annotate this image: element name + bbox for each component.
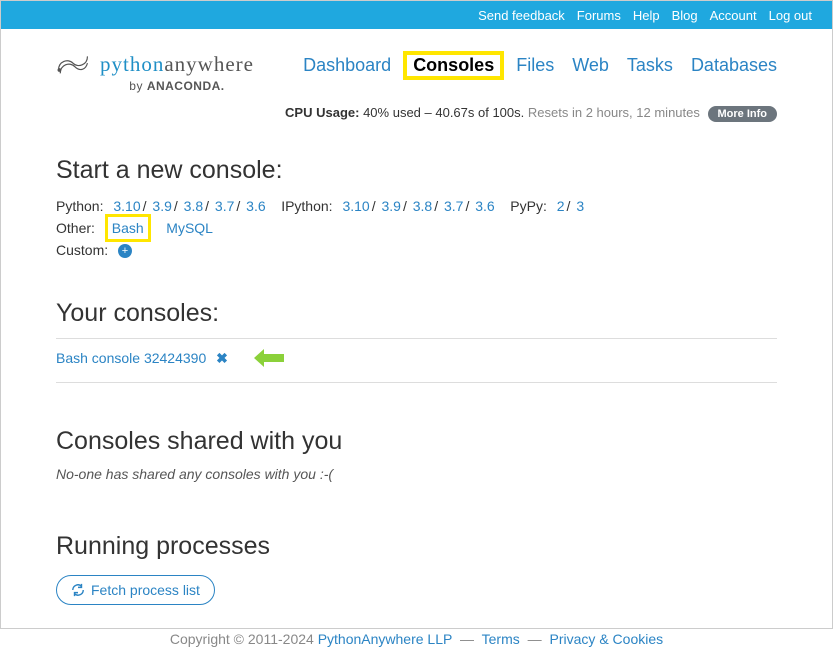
cpu-usage-value: 40% used – 40.67s of 100s. — [363, 105, 524, 120]
bash-link[interactable]: Bash — [105, 214, 151, 242]
refresh-icon — [71, 583, 85, 597]
footer-company-link[interactable]: PythonAnywhere LLP — [318, 631, 452, 647]
topbar-logout[interactable]: Log out — [769, 8, 812, 23]
pypy-2[interactable]: 2 — [557, 198, 565, 214]
shared-consoles-heading: Consoles shared with you — [56, 427, 777, 456]
mysql-link[interactable]: MySQL — [166, 220, 213, 236]
running-processes-heading: Running processes — [56, 532, 777, 561]
python-3-9[interactable]: 3.9 — [152, 198, 171, 214]
cpu-usage-label: CPU Usage: — [285, 105, 359, 120]
footer: Copyright © 2011-2024 PythonAnywhere LLP… — [56, 631, 777, 647]
nav-databases[interactable]: Databases — [691, 55, 777, 76]
ipython-label: IPython: — [281, 198, 332, 214]
python-label: Python: — [56, 198, 103, 214]
ipython-3-7[interactable]: 3.7 — [444, 198, 463, 214]
ipython-3-8[interactable]: 3.8 — [413, 198, 432, 214]
topbar-blog[interactable]: Blog — [672, 8, 698, 23]
footer-copyright: Copyright © 2011-2024 — [170, 631, 314, 647]
other-label: Other: — [56, 220, 95, 236]
content: Start a new console: Python: 3.10/ 3.9/ … — [1, 122, 832, 647]
topbar-help[interactable]: Help — [633, 8, 660, 23]
more-info-button[interactable]: More Info — [708, 106, 778, 122]
pypy-label: PyPy: — [510, 198, 547, 214]
start-console-heading: Start a new console: — [56, 156, 777, 185]
python-3-7[interactable]: 3.7 — [215, 198, 234, 214]
shared-empty-text: No-one has shared any consoles with you … — [56, 466, 777, 482]
topbar-send-feedback[interactable]: Send feedback — [478, 8, 565, 23]
logo[interactable]: pythonanywhere by ANACONDA. — [56, 45, 254, 93]
cpu-usage-row: CPU Usage: 40% used – 40.67s of 100s. Re… — [1, 93, 832, 122]
nav-files[interactable]: Files — [516, 55, 554, 76]
header: pythonanywhere by ANACONDA. Dashboard Co… — [1, 29, 832, 93]
ipython-3-10[interactable]: 3.10 — [342, 198, 369, 214]
add-custom-console-icon[interactable]: + — [118, 244, 132, 258]
ipython-3-9[interactable]: 3.9 — [381, 198, 400, 214]
nav-dashboard[interactable]: Dashboard — [303, 55, 391, 76]
custom-label: Custom: — [56, 242, 108, 258]
python-3-6[interactable]: 3.6 — [246, 198, 265, 214]
python-3-8[interactable]: 3.8 — [184, 198, 203, 214]
nav-tasks[interactable]: Tasks — [627, 55, 673, 76]
bash-console-link[interactable]: Bash console 32424390 — [56, 350, 206, 366]
custom-row: Custom: + — [56, 239, 777, 261]
cpu-usage-reset: Resets in 2 hours, 12 minutes — [528, 105, 700, 120]
main-nav: Dashboard Consoles Files Web Tasks Datab… — [303, 45, 777, 76]
topbar: Send feedback Forums Help Blog Account L… — [1, 1, 832, 29]
footer-privacy-link[interactable]: Privacy & Cookies — [550, 631, 664, 647]
divider — [56, 338, 777, 339]
nav-web[interactable]: Web — [572, 55, 609, 76]
python-3-10[interactable]: 3.10 — [113, 198, 140, 214]
fetch-process-list-button[interactable]: Fetch process list — [56, 575, 215, 605]
fetch-label: Fetch process list — [91, 582, 200, 598]
pythonanywhere-logo-icon — [56, 51, 90, 77]
nav-consoles[interactable]: Consoles — [403, 51, 504, 80]
other-row: Other: Bash MySQL — [56, 217, 777, 239]
topbar-forums[interactable]: Forums — [577, 8, 621, 23]
footer-terms-link[interactable]: Terms — [482, 631, 520, 647]
your-consoles-heading: Your consoles: — [56, 299, 777, 328]
pypy-3[interactable]: 3 — [576, 198, 584, 214]
python-row: Python: 3.10/ 3.9/ 3.8/ 3.7/ 3.6 IPython… — [56, 195, 777, 217]
logo-byline: by ANACONDA. — [129, 79, 224, 93]
ipython-3-6[interactable]: 3.6 — [475, 198, 494, 214]
console-item: Bash console 32424390 ✖ — [56, 345, 777, 374]
pointer-arrow-icon — [254, 349, 284, 370]
logo-text: pythonanywhere — [100, 52, 254, 77]
divider — [56, 382, 777, 383]
topbar-account[interactable]: Account — [710, 8, 757, 23]
kill-console-icon[interactable]: ✖ — [216, 350, 228, 366]
